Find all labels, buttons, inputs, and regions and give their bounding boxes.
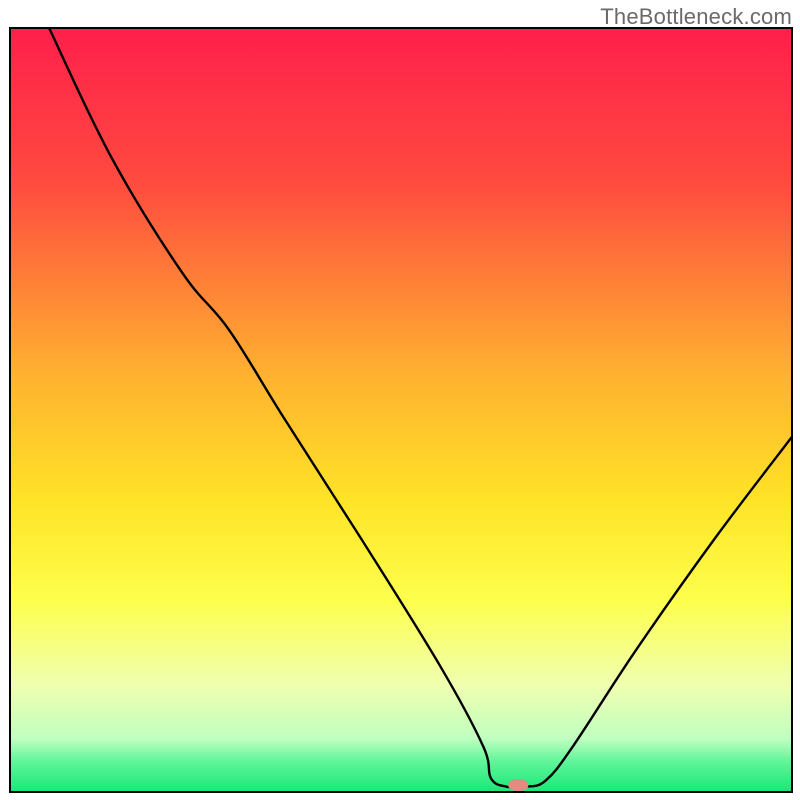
bottleneck-chart	[0, 0, 800, 800]
gradient-background	[10, 28, 792, 792]
optimum-marker	[508, 779, 528, 791]
watermark-text: TheBottleneck.com	[600, 4, 792, 30]
chart-container: TheBottleneck.com	[0, 0, 800, 800]
